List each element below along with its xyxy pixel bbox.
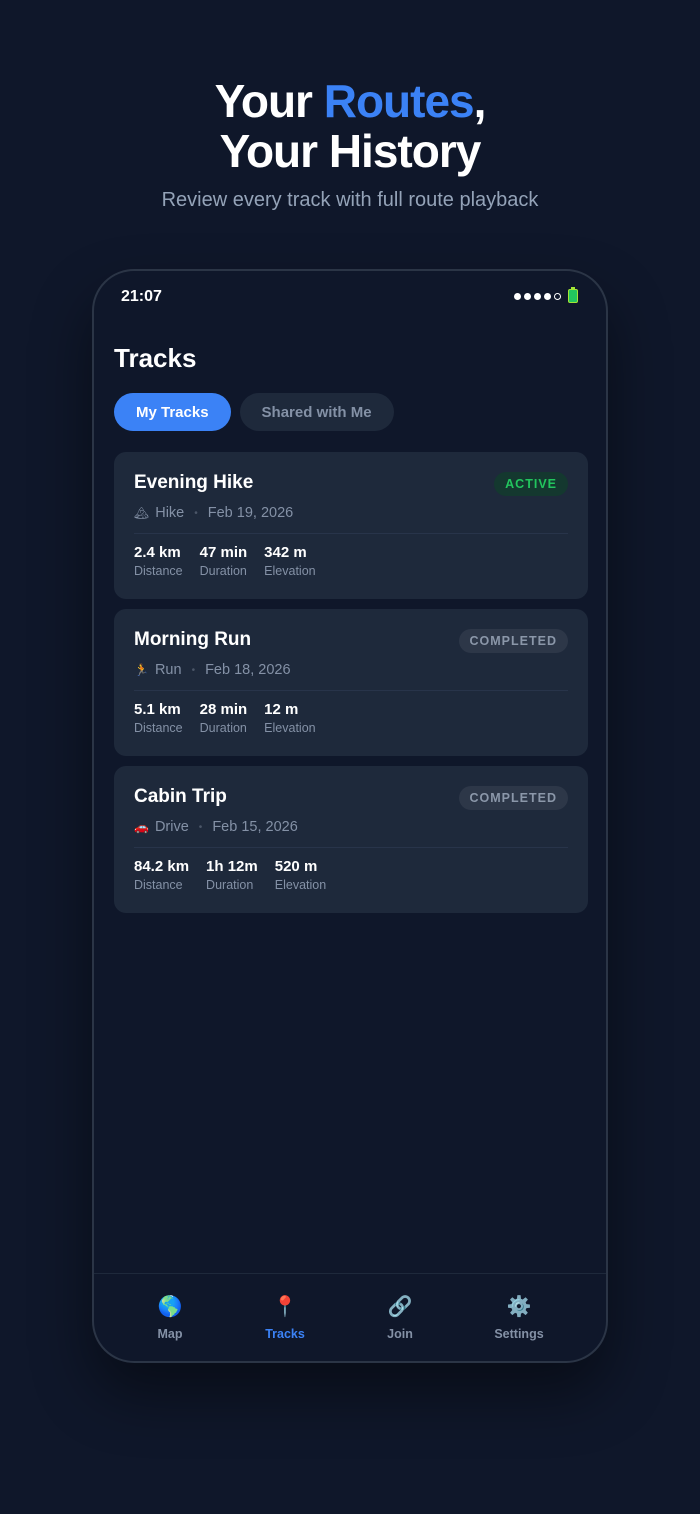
status-badge: COMPLETED [458,629,568,653]
stat-label: Elevation [264,721,316,735]
track-meta: 🚗 Drive • Feb 15, 2026 [134,819,298,835]
stat-elevation: 520 m Elevation [275,858,326,892]
stat-value: 84.2 km [134,858,190,875]
track-type: Drive [154,819,189,835]
track-stats: 84.2 km Distance 1h 12m Duration 520 m E… [134,858,326,892]
track-type: Hike [155,505,185,521]
nav-item-settings[interactable]: ⚙️ Settings [469,1294,569,1341]
hike-icon: 🏔 [134,506,150,520]
track-date: Feb 15, 2026 [212,819,298,835]
hero-title-accent: Routes [323,75,475,127]
stat-elevation: 12 m Elevation [264,701,315,735]
signal-dot-icon [534,292,541,300]
globe-icon: 🌎 [157,1296,183,1318]
nav-label: Join [387,1327,413,1341]
nav-label: Tracks [265,1327,305,1341]
nav-label: Settings [494,1327,544,1341]
signal-dot-icon [524,292,531,300]
tab-my-tracks[interactable]: My Tracks [114,393,231,431]
track-meta: 🏃 Run • Feb 18, 2026 [134,662,291,678]
card-divider [134,847,568,848]
bottom-nav: 🌎 Map 📍 Tracks 🔗 Join ⚙️ Settings [94,1273,606,1361]
phone-frame: 21:07 Tracks My Tracks Shared with Me Ev… [92,269,608,1363]
track-name: Morning Run [134,629,252,650]
signal-dot-icon [514,292,521,300]
track-name: Evening Hike [134,472,254,493]
track-card[interactable]: Morning Run COMPLETED 🏃 Run • Feb 18, 20… [114,609,588,756]
track-type: Run [154,662,182,678]
stat-elevation: 342 m Elevation [264,544,315,578]
track-card[interactable]: Evening Hike ACTIVE 🏔 Hike • Feb 19, 202… [114,452,588,599]
signal-dot-empty-icon [554,292,561,300]
page-title: Tracks [114,343,197,373]
stat-duration: 47 min Duration [200,544,248,578]
stat-value: 28 min [199,701,248,718]
status-indicators [514,287,578,303]
stat-distance: 84.2 km Distance [134,858,189,892]
track-meta: 🏔 Hike • Feb 19, 2026 [134,505,293,521]
stat-label: Elevation [274,878,327,892]
stat-duration: 1h 12m Duration [206,858,258,892]
stat-value: 47 min [199,544,248,561]
hero-title-part2: , [473,75,487,127]
stat-value: 12 m [264,701,299,718]
meta-separator: • [194,507,198,519]
stat-distance: 5.1 km Distance [134,701,183,735]
hero-title-part1: Your [214,75,324,127]
stat-value: 1h 12m [206,858,258,875]
stat-value: 5.1 km [134,701,181,718]
card-divider [134,690,568,691]
track-card[interactable]: Cabin Trip COMPLETED 🚗 Drive • Feb 15, 2… [114,766,588,913]
card-divider [134,533,568,534]
meta-separator: • [191,664,196,676]
pin-icon: 📍 [272,1296,298,1318]
meta-separator: • [198,821,203,833]
track-stats: 2.4 km Distance 47 min Duration 342 m El… [134,544,316,578]
hero-title-line2: Your History [219,125,482,177]
nav-item-tracks[interactable]: 📍 Tracks [235,1294,335,1341]
stat-value: 520 m [274,858,318,875]
track-date: Feb 18, 2026 [205,662,291,678]
stat-label: Duration [206,878,254,892]
signal-dot-icon [544,292,551,300]
stat-label: Elevation [264,564,316,578]
stat-label: Distance [134,878,183,892]
stat-label: Distance [134,564,183,578]
link-icon: 🔗 [387,1296,413,1318]
track-name: Cabin Trip [134,786,227,807]
status-badge: COMPLETED [458,786,568,810]
tab-shared-with-me[interactable]: Shared with Me [239,393,394,431]
stat-label: Duration [199,721,247,735]
run-icon: 🏃 [134,663,149,677]
stat-duration: 28 min Duration [200,701,248,735]
stat-value: 342 m [264,544,307,561]
battery-icon [568,287,578,303]
nav-label: Map [157,1327,183,1341]
hero-title: Your Routes, Your History [0,76,700,176]
gear-icon: ⚙️ [506,1296,532,1318]
status-time: 21:07 [121,288,162,305]
nav-item-join[interactable]: 🔗 Join [350,1294,450,1341]
track-stats: 5.1 km Distance 28 min Duration 12 m Ele… [134,701,316,735]
car-icon: 🚗 [134,820,149,834]
stat-distance: 2.4 km Distance [134,544,183,578]
nav-item-map[interactable]: 🌎 Map [120,1294,220,1341]
status-badge: ACTIVE [494,472,568,496]
stat-label: Distance [134,721,183,735]
stat-value: 2.4 km [134,544,181,561]
track-date: Feb 19, 2026 [207,505,294,521]
stat-label: Duration [199,564,247,578]
hero-subtitle: Review every track with full route playb… [161,189,539,211]
track-tabs: My Tracks Shared with Me [114,393,394,431]
